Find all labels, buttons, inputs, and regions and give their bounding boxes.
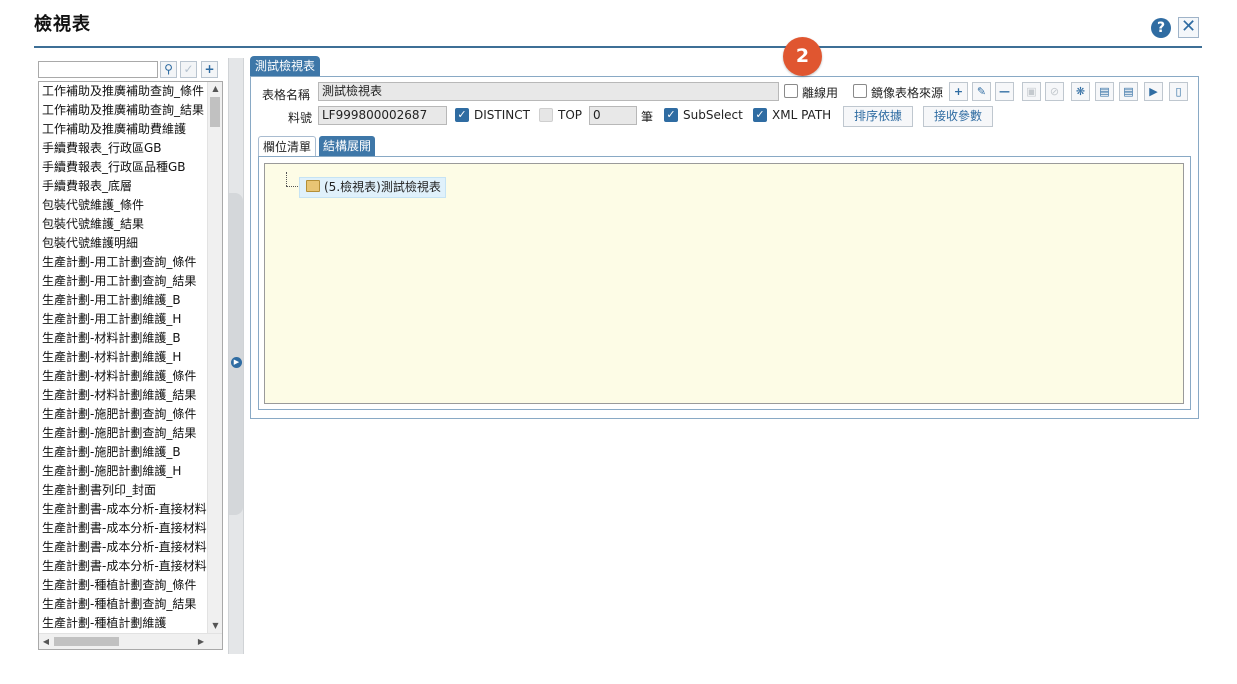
list-item[interactable]: 手續費報表_底層	[39, 177, 207, 196]
list-item[interactable]: 生產計劃-用工計劃查詢_結果	[39, 272, 207, 291]
sort-by-button[interactable]: 排序依據	[843, 106, 914, 127]
list-item[interactable]: 生產計劃書列印_封面	[39, 481, 207, 500]
xmlpath-label: XML PATH	[772, 108, 832, 122]
title-divider	[34, 46, 1202, 48]
list-item[interactable]: 生產計劃書-成本分析-直接材料	[39, 557, 207, 576]
tree-connector	[286, 172, 287, 186]
tree-connector	[286, 186, 298, 187]
list-item[interactable]: 工作補助及推廣補助費維護	[39, 120, 207, 139]
list-item[interactable]: 生產計劃-施肥計劃維護_H	[39, 462, 207, 481]
tab-field-list[interactable]: 欄位清單	[258, 136, 317, 156]
list-item[interactable]: 包裝代號維護_條件	[39, 196, 207, 215]
list-vertical-scrollbar[interactable]: ▲ ▼	[207, 82, 222, 633]
list-icon[interactable]: ▤	[1095, 82, 1114, 101]
part-no-label: 料號	[288, 111, 313, 125]
list-item[interactable]: 包裝代號維護明細	[39, 234, 207, 253]
top-label: TOP	[558, 108, 583, 122]
distinct-checkbox[interactable]: ✓	[455, 108, 469, 122]
list-item[interactable]: 生產計劃-施肥計劃維護_B	[39, 443, 207, 462]
plus-icon[interactable]: +	[949, 82, 968, 101]
mirror-source-label: 鏡像表格來源	[871, 86, 944, 100]
scroll-left-icon[interactable]: ◀	[39, 634, 53, 649]
hscroll-thumb[interactable]	[54, 637, 119, 646]
collapse-chevron-icon[interactable]: ▶	[231, 357, 242, 368]
play-icon[interactable]: ▶	[1144, 82, 1163, 101]
list-item[interactable]: 生產計劃-材料計劃維護_條件	[39, 367, 207, 386]
help-icon[interactable]: ?	[1151, 18, 1171, 38]
scroll-thumb[interactable]	[210, 97, 220, 127]
bug-icon[interactable]: ❋	[1071, 82, 1090, 101]
list-item[interactable]: 生產計劃-材料計劃維護_H	[39, 348, 207, 367]
edit-icon[interactable]: ✎	[972, 82, 991, 101]
list-horizontal-scrollbar[interactable]: ◀ ▶	[39, 633, 222, 649]
table-name-label: 表格名稱	[262, 88, 311, 102]
scroll-right-icon[interactable]: ▶	[194, 634, 208, 649]
search-input[interactable]	[38, 61, 158, 78]
list-item[interactable]: 生產計劃-施肥計劃查詢_結果	[39, 424, 207, 443]
step-badge: 2	[783, 37, 822, 76]
list-item[interactable]: 手續費報表_行政區品種GB	[39, 158, 207, 177]
document-icon[interactable]: ▤	[1119, 82, 1138, 101]
list-item[interactable]: 生產計劃-施肥計劃查詢_條件	[39, 405, 207, 424]
list-item[interactable]: 手續費報表_行政區GB	[39, 139, 207, 158]
list-item[interactable]: 工作補助及推廣補助查詢_條件	[39, 82, 207, 101]
list-item[interactable]: 生產計劃-種植計劃維護	[39, 614, 207, 633]
cancel-icon[interactable]: ⊘	[1045, 82, 1064, 101]
scroll-down-icon[interactable]: ▼	[208, 619, 222, 633]
list-item[interactable]: 生產計劃-種植計劃查詢_條件	[39, 576, 207, 595]
close-icon[interactable]: ✕	[1178, 17, 1199, 38]
subselect-label: SubSelect	[683, 108, 743, 122]
list-item[interactable]: 生產計劃書-成本分析-直接材料	[39, 500, 207, 519]
xmlpath-checkbox[interactable]: ✓	[753, 108, 767, 122]
tab-structure-expand[interactable]: 結構展開	[319, 136, 376, 156]
list-item[interactable]: 生產計劃-材料計劃維護_結果	[39, 386, 207, 405]
panel-splitter[interactable]: ▶	[228, 58, 244, 654]
top-checkbox[interactable]	[539, 108, 553, 122]
subselect-checkbox[interactable]: ✓	[664, 108, 678, 122]
view-list: 工作補助及推廣補助查詢_條件 工作補助及推廣補助查詢_結果 工作補助及推廣補助費維護…	[38, 81, 223, 650]
offline-checkbox[interactable]	[784, 84, 798, 98]
list-item[interactable]: 生產計劃-用工計劃查詢_條件	[39, 253, 207, 272]
receive-params-button[interactable]: 接收參數	[923, 106, 994, 127]
tree-view	[264, 163, 1184, 404]
tree-node-label: (5.檢視表)測試檢視表	[324, 180, 441, 194]
list-item[interactable]: 生產計劃-用工計劃維護_H	[39, 310, 207, 329]
mirror-source-checkbox[interactable]	[853, 84, 867, 98]
top-count-field[interactable]: 0	[589, 106, 637, 125]
unit-label: 筆	[641, 110, 654, 124]
minus-icon[interactable]: —	[995, 82, 1014, 101]
save-icon[interactable]: ▣	[1022, 82, 1041, 101]
tab-view-name[interactable]: 測試檢視表	[250, 56, 321, 76]
list-item[interactable]: 生產計劃書-成本分析-直接材料	[39, 519, 207, 538]
search-icon[interactable]: ⚲	[160, 61, 177, 78]
splitter-grip[interactable]	[229, 193, 243, 515]
tree-node[interactable]: (5.檢視表)測試檢視表	[299, 177, 446, 198]
list-item[interactable]: 生產計劃-材料計劃維護_B	[39, 329, 207, 348]
list-item[interactable]: 包裝代號維護_結果	[39, 215, 207, 234]
part-no-field[interactable]: LF999800002687	[318, 106, 447, 125]
distinct-label: DISTINCT	[474, 108, 530, 122]
folder-icon	[306, 180, 320, 192]
scroll-up-icon[interactable]: ▲	[208, 82, 222, 96]
dialog-title: 檢視表	[34, 14, 91, 35]
offline-label: 離線用	[802, 86, 839, 100]
clipboard-icon[interactable]: ▯	[1169, 82, 1188, 101]
list-item[interactable]: 生產計劃書-成本分析-直接材料	[39, 538, 207, 557]
table-name-field[interactable]: 測試檢視表	[318, 82, 779, 101]
add-icon[interactable]: +	[201, 61, 218, 78]
list-item[interactable]: 生產計劃-用工計劃維護_B	[39, 291, 207, 310]
list-item[interactable]: 工作補助及推廣補助查詢_結果	[39, 101, 207, 120]
check-icon[interactable]: ✓	[180, 61, 197, 78]
list-item[interactable]: 生產計劃-種植計劃查詢_結果	[39, 595, 207, 614]
